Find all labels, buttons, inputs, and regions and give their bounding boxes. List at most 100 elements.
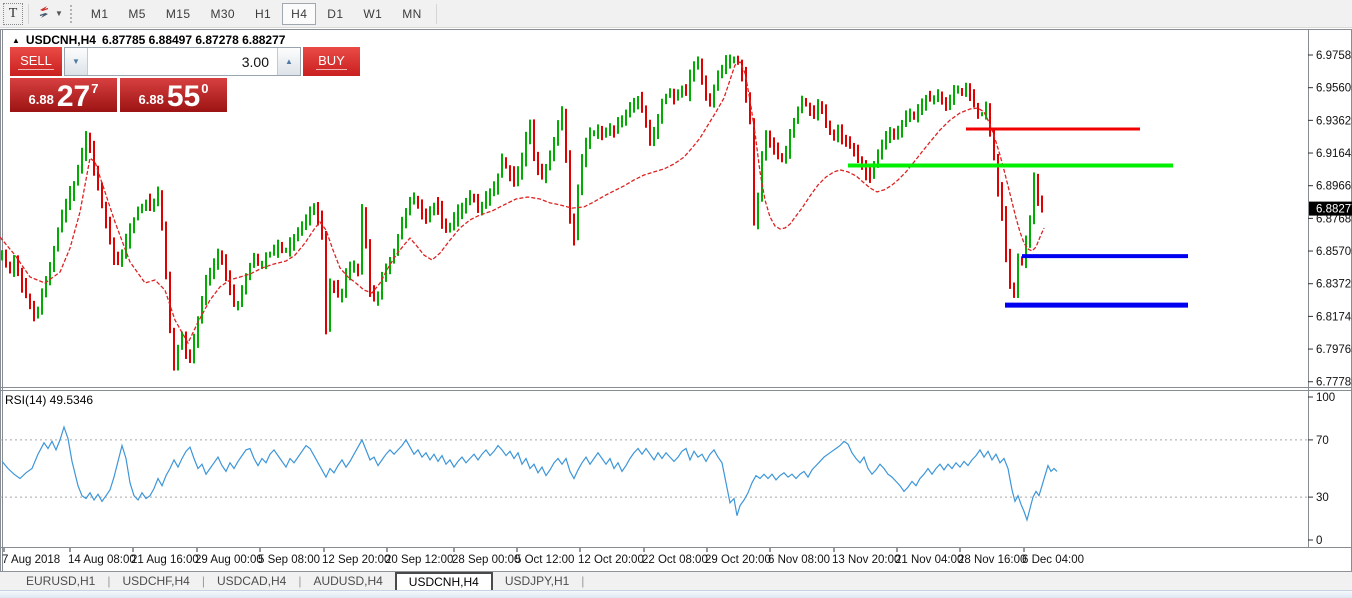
price-bar — [9, 262, 11, 274]
tab-eurusd-h1[interactable]: EURUSD,H1 — [14, 572, 107, 590]
sell-button[interactable]: SELL — [10, 47, 62, 76]
price-bar — [705, 75, 707, 100]
price-bar — [585, 138, 587, 167]
price-bar — [621, 115, 623, 127]
price-bar — [557, 120, 559, 146]
price-bar — [597, 124, 599, 139]
price-bar — [61, 210, 63, 233]
time-tick-label: 14 Aug 08:00 — [68, 554, 136, 566]
price-bar — [233, 284, 235, 306]
time-tick-label: 5 Oct 12:00 — [515, 554, 574, 566]
price-bar — [981, 112, 983, 116]
price-bar — [925, 95, 927, 111]
price-bar — [1, 250, 3, 260]
arrows-tool-button[interactable]: ▼ — [34, 3, 65, 25]
price-bar — [797, 106, 799, 123]
timeframe-button-mn[interactable]: MN — [393, 3, 430, 25]
tab-usdcad-h4[interactable]: USDCAD,H4 — [205, 572, 298, 590]
price-bar — [69, 186, 71, 210]
price-bar — [605, 128, 607, 138]
timeframe-button-m15[interactable]: M15 — [157, 3, 200, 25]
collapse-panel-icon[interactable]: ▲ — [12, 36, 20, 45]
buy-price-display[interactable]: 6.88 55 0 — [120, 78, 227, 112]
timeframe-button-m5[interactable]: M5 — [119, 3, 154, 25]
time-axis[interactable]: 7 Aug 201814 Aug 08:0021 Aug 16:0029 Aug… — [2, 548, 1084, 566]
price-bar — [237, 301, 239, 310]
price-bar — [525, 132, 527, 167]
price-bar — [977, 103, 979, 119]
tab-usdcnh-h4[interactable]: USDCNH,H4 — [395, 572, 493, 590]
price-bar — [805, 98, 807, 107]
toolbar-grip[interactable] — [70, 5, 75, 23]
price-bar — [361, 204, 363, 275]
price-bar — [581, 154, 583, 195]
price-bar — [997, 154, 999, 197]
price-bar — [565, 109, 567, 163]
price-bar — [177, 345, 179, 371]
price-bar — [137, 207, 139, 221]
price-bar — [793, 118, 795, 138]
price-bar — [817, 99, 819, 120]
price-bar — [885, 131, 887, 150]
price-bar — [729, 55, 731, 69]
chevron-down-icon[interactable]: ▼ — [55, 9, 63, 18]
price-bar — [949, 95, 951, 110]
volume-input[interactable] — [88, 48, 277, 75]
price-bar — [501, 154, 503, 178]
volume-decrease-button[interactable]: ▼ — [65, 48, 88, 75]
price-bar — [869, 167, 871, 182]
price-bar — [845, 135, 847, 147]
ohlc-values: 6.87785 6.88497 6.87278 6.88277 — [102, 33, 286, 47]
price-bar — [369, 239, 371, 297]
timeframe-button-m1[interactable]: M1 — [82, 3, 117, 25]
price-bar — [357, 264, 359, 277]
price-bar — [909, 109, 911, 123]
price-bar — [1037, 174, 1039, 206]
price-bar — [617, 117, 619, 134]
tab-usdjpy-h1[interactable]: USDJPY,H1 — [493, 572, 581, 590]
price-bar — [189, 349, 191, 363]
price-bar — [733, 56, 735, 63]
price-bar — [829, 121, 831, 135]
price-tick-label: 6.83725 — [1316, 279, 1352, 291]
price-bar — [929, 91, 931, 102]
price-bar — [485, 191, 487, 209]
price-bar — [81, 148, 83, 174]
price-bar — [13, 255, 15, 277]
price-bar — [205, 275, 207, 305]
text-tool-button[interactable]: T — [3, 3, 23, 25]
sell-price-display[interactable]: 6.88 27 7 — [10, 78, 117, 112]
buy-button[interactable]: BUY — [303, 47, 360, 76]
price-bar — [813, 105, 815, 119]
rsi-tick-label: 0 — [1316, 535, 1322, 547]
price-bar — [701, 59, 703, 85]
price-bar — [673, 89, 675, 105]
price-bar — [333, 281, 335, 294]
tab-audusd-h4[interactable]: AUDUSD,H4 — [301, 572, 394, 590]
price-bar — [889, 127, 891, 143]
timeframe-button-m30[interactable]: M30 — [201, 3, 244, 25]
price-bar — [669, 88, 671, 98]
sell-price-prefix: 6.88 — [29, 92, 54, 107]
price-bar — [577, 184, 579, 240]
volume-increase-button[interactable]: ▲ — [277, 48, 300, 75]
price-bar — [173, 328, 175, 371]
tab-usdchf-h4[interactable]: USDCHF,H4 — [110, 572, 201, 590]
timeframe-button-d1[interactable]: D1 — [318, 3, 352, 25]
price-bar — [725, 55, 727, 74]
price-bar — [693, 61, 695, 81]
volume-control: ▼ ▲ — [64, 47, 301, 76]
chart-tab-bar: EURUSD,H1|USDCHF,H4|USDCAD,H4|AUDUSD,H4U… — [0, 571, 1352, 590]
price-bar — [569, 150, 571, 223]
buy-price-pips: 55 — [167, 84, 200, 110]
timeframe-button-w1[interactable]: W1 — [354, 3, 391, 25]
timeframe-button-h4[interactable]: H4 — [282, 3, 316, 25]
sell-price-pips: 27 — [57, 84, 90, 110]
price-bar — [857, 145, 859, 163]
timeframe-button-h1[interactable]: H1 — [246, 3, 280, 25]
price-bar — [549, 150, 551, 170]
price-bar — [281, 242, 283, 253]
price-bar — [457, 204, 459, 226]
price-bar — [365, 207, 367, 248]
price-bar — [193, 334, 195, 364]
